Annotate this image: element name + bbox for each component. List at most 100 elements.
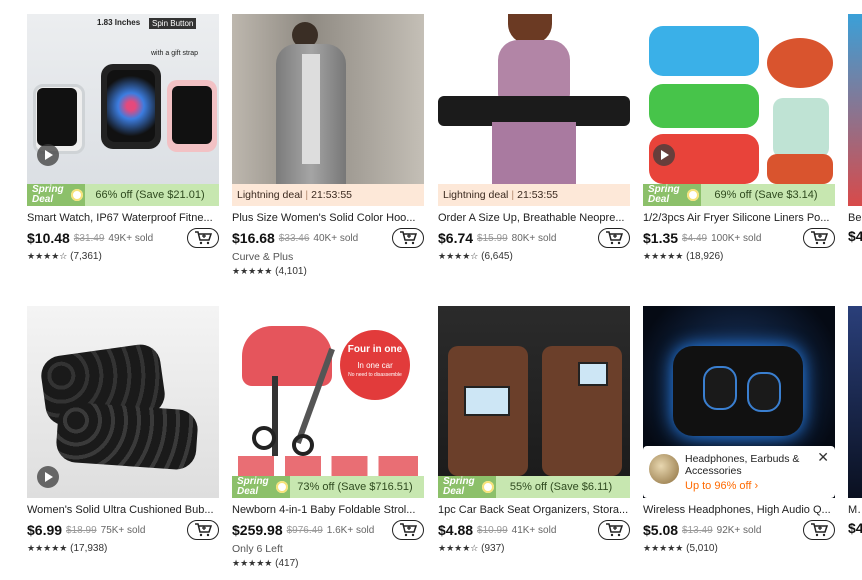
add-to-cart-button[interactable] [187,520,219,540]
product-image[interactable]: Four in one In one car No need to disass… [232,306,424,498]
add-to-cart-button[interactable] [392,520,424,540]
cart-icon [606,523,623,537]
cart-icon [400,231,417,245]
rating: ★★★★★ (5,010) [643,543,718,554]
original-price: $15.99 [477,232,508,244]
sold-count: 40K+ sold [313,232,359,244]
product-title[interactable]: Women's Solid Ultra Cushioned Bub... [27,504,219,516]
original-price: $4.49 [682,232,708,244]
deal-badge: Spring Deal 66% off (Save $21.01) [27,184,219,206]
deal-badge: Lightning deal | 21:53:55 [232,184,424,206]
product-card[interactable]: 1.83 Inches Spin Button with a gift stra… [27,14,219,262]
category-thumbnail [649,454,679,484]
product-title[interactable]: Wireless Headphones, High Audio Q... [643,504,835,516]
add-to-cart-button[interactable] [598,228,630,248]
product-title[interactable]: Order A Size Up, Breathable Neopre... [438,212,630,224]
product-card-partial[interactable]: Be $4 [848,14,862,244]
product-card[interactable]: Spring Deal 55% off (Save $6.11) 1pc Car … [438,306,630,554]
product-card[interactable]: Four in one In one car No need to disass… [232,306,424,569]
product-card[interactable]: Lightning deal | 21:53:55 Plus Size Women'… [232,14,424,277]
product-image[interactable]: Headphones, Earbuds & Accessories Up to … [643,306,835,498]
original-price: $31.49 [73,232,105,244]
product-title[interactable]: Plus Size Women's Solid Color Hoo... [232,212,424,224]
deal-badge: Spring Deal 69% off (Save $3.14) [643,184,835,206]
product-image[interactable]: Spring Deal 55% off (Save $6.11) [438,306,630,498]
product-image[interactable]: Spring Deal 69% off (Save $3.14) [643,14,835,206]
flower-icon [482,481,494,493]
add-to-cart-button[interactable] [803,520,835,540]
price: $1.35 [643,230,679,246]
image-text: Four in one [347,344,403,355]
cart-icon [195,231,212,245]
product-title[interactable]: 1pc Car Back Seat Organizers, Stora... [438,504,630,516]
flower-icon [276,481,288,493]
product-card[interactable]: Spring Deal 69% off (Save $3.14) 1/2/3pcs… [643,14,835,262]
sold-count: 75K+ sold [100,524,146,536]
popup-link[interactable]: Up to 96% off › [685,480,827,492]
add-to-cart-button[interactable] [803,228,835,248]
rating: ★★★★★ (417) [232,558,299,569]
flower-icon [687,189,699,201]
play-icon[interactable] [37,466,59,488]
sold-count: 49K+ sold [108,232,154,244]
play-icon[interactable] [37,144,59,166]
add-to-cart-button[interactable] [392,228,424,248]
category-popup[interactable]: Headphones, Earbuds & Accessories Up to … [643,446,835,498]
cart-icon [195,523,212,537]
product-title[interactable]: Smart Watch, IP67 Waterproof Fitne... [27,212,219,224]
cart-icon [606,231,623,245]
original-price: $33.46 [278,232,310,244]
countdown-timer: 21:53:55 [311,189,352,201]
original-price: $18.99 [66,524,97,536]
deal-badge: Lightning deal | 21:53:55 [438,184,630,206]
sold-count: 100K+ sold [711,232,762,244]
original-price: $976.49 [286,524,323,536]
sold-count: 80K+ sold [511,232,557,244]
product-card[interactable]: Lightning deal | 21:53:55 Order A Size Up,… [438,14,630,262]
price: $259.98 [232,522,283,538]
countdown-timer: 21:53:55 [517,189,558,201]
product-title[interactable]: Newborn 4-in-1 Baby Foldable Strol... [232,504,424,516]
image-text: No need to disassemble [348,372,402,378]
cart-icon [811,523,828,537]
add-to-cart-button[interactable] [187,228,219,248]
rating: ★★★★☆ (7,361) [27,251,102,262]
popup-text: Headphones, Earbuds & Accessories [685,453,800,477]
image-text: with a gift strap [151,50,199,57]
price: $4.88 [438,522,474,538]
rating: ★★★★☆ (6,645) [438,251,513,262]
product-note: Curve & Plus [232,251,294,263]
product-image[interactable]: Lightning deal | 21:53:55 [438,14,630,206]
rating: ★★★★★ (18,926) [643,251,724,262]
product-card-partial[interactable]: Mu $4 [848,306,862,536]
image-text: In one car [357,361,393,370]
original-price: $13.49 [682,524,713,536]
original-price: $10.99 [477,524,508,536]
price: $6.99 [27,522,63,538]
rating: ★★★★☆ (937) [438,543,505,554]
play-icon[interactable] [653,144,675,166]
product-image[interactable]: Lightning deal | 21:53:55 [232,14,424,206]
rating: ★★★★★ (17,938) [27,543,108,554]
price: $6.74 [438,230,474,246]
product-card[interactable]: Headphones, Earbuds & Accessories Up to … [643,306,835,554]
product-image[interactable] [27,306,219,498]
sold-count: 92K+ sold [716,524,762,536]
deal-badge: Spring Deal 55% off (Save $6.11) [438,476,630,498]
image-text: 1.83 Inches [97,18,141,27]
add-to-cart-button[interactable] [598,520,630,540]
stock-note: Only 6 Left [232,543,283,555]
sold-count: 41K+ sold [511,524,557,536]
price: $5.08 [643,522,679,538]
cart-icon [400,523,417,537]
close-icon[interactable]: ✕ [817,449,829,466]
image-text: Spin Button [149,18,197,29]
product-image[interactable]: 1.83 Inches Spin Button with a gift stra… [27,14,219,206]
deal-badge: Spring Deal 73% off (Save $716.51) [232,476,424,498]
cart-icon [811,231,828,245]
product-title[interactable]: 1/2/3pcs Air Fryer Silicone Liners Po... [643,212,835,224]
product-card[interactable]: Women's Solid Ultra Cushioned Bub... $6.… [27,306,219,554]
price: $10.48 [27,230,70,246]
flower-icon [71,189,83,201]
product-grid: 1.83 Inches Spin Button with a gift stra… [0,0,862,580]
